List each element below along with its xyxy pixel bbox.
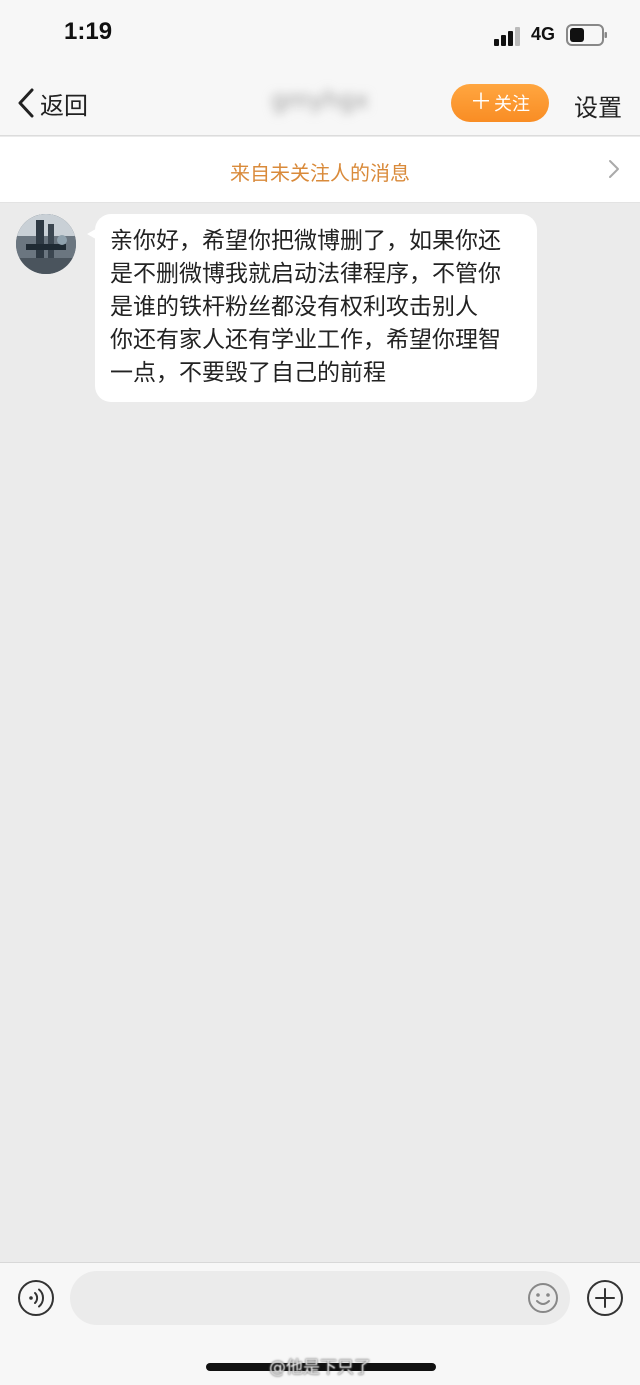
avatar[interactable] xyxy=(16,214,76,274)
signal-icon xyxy=(494,27,520,46)
message-input[interactable] xyxy=(70,1271,570,1325)
message-text-line-1: 亲你好，希望你把微博删了，如果你还是不删微博我就启动法律程序，不管你是谁的铁杆粉… xyxy=(110,228,501,320)
back-button[interactable]: 返回 xyxy=(16,84,88,122)
battery-icon xyxy=(566,24,607,46)
status-bar: 1:19 4G xyxy=(0,0,640,70)
emoji-icon[interactable] xyxy=(527,1282,559,1314)
follow-label: 关注 xyxy=(494,94,530,115)
settings-button[interactable]: 设置 xyxy=(574,88,622,123)
follow-button[interactable]: ＋ 关注 xyxy=(451,84,549,122)
message-list[interactable]: 亲你好，希望你把微博删了，如果你还是不删微博我就启动法律程序，不管你是谁的铁杆粉… xyxy=(0,204,640,1262)
input-bar: @他是下只了 xyxy=(0,1262,640,1385)
network-label: 4G xyxy=(531,24,556,44)
notice-text: 来自未关注人的消息 xyxy=(230,161,410,185)
unfollowed-notice-banner[interactable]: 来自未关注人的消息 xyxy=(0,137,640,203)
avatar-image xyxy=(16,214,76,274)
weibo-watermark: @他是下只了 xyxy=(269,1357,371,1378)
plus-icon: ＋ xyxy=(469,90,492,115)
status-time: 1:19 xyxy=(64,18,113,45)
back-label: 返回 xyxy=(40,91,88,120)
message-text-line-2: 你还有家人还有学业工作，希望你理智一点，不要毁了自己的前程 xyxy=(110,327,501,386)
chevron-right-icon xyxy=(609,160,619,178)
chevron-left-icon xyxy=(18,88,34,118)
nav-bar: 返回 gmyhgx ＋ 关注 设置 xyxy=(0,70,640,136)
message-bubble[interactable]: 亲你好，希望你把微博删了，如果你还是不删微博我就启动法律程序，不管你是谁的铁杆粉… xyxy=(95,214,537,402)
voice-icon[interactable] xyxy=(17,1279,55,1317)
plus-circle-icon[interactable] xyxy=(586,1279,624,1317)
conversation-title: gmyhgx xyxy=(271,86,369,114)
